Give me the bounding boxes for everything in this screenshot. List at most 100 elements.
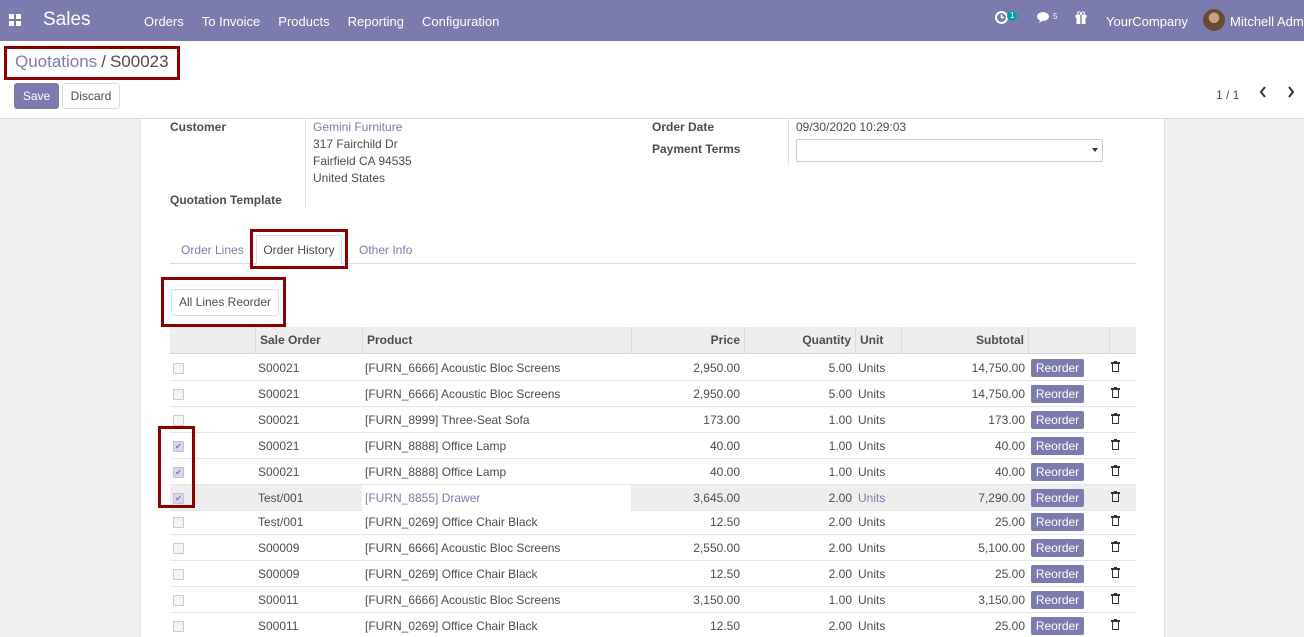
row-sale-order: S00009 (258, 567, 300, 581)
pager-value[interactable]: 1 / 1 (1216, 88, 1239, 102)
reorder-button[interactable]: Reorder (1031, 513, 1084, 531)
customer-label: Customer (170, 120, 227, 134)
reorder-button[interactable]: Reorder (1031, 411, 1084, 429)
header-sale-order[interactable]: Sale Order (255, 327, 362, 354)
row-product: [FURN_0269] Office Chair Black (365, 619, 538, 633)
delete-trash-icon[interactable] (1111, 491, 1120, 502)
row-product: [FURN_8999] Three-Seat Sofa (365, 413, 530, 427)
delete-trash-icon[interactable] (1111, 567, 1120, 578)
row-product: [FURN_8888] Office Lamp (365, 439, 507, 453)
messages-icon[interactable] (1037, 11, 1051, 27)
delete-trash-icon[interactable] (1111, 387, 1120, 398)
row-checkbox[interactable] (173, 415, 184, 426)
delete-trash-icon[interactable] (1111, 619, 1120, 630)
row-checkbox[interactable] (173, 389, 184, 400)
tab-order-lines[interactable]: Order Lines (181, 243, 244, 257)
row-quantity: 1.00 (828, 439, 852, 453)
row-quantity: 2.00 (828, 619, 852, 633)
row-product: [FURN_8855] Drawer (362, 485, 631, 511)
customer-address-line2: Fairfield CA 94535 (313, 154, 412, 168)
reorder-button[interactable]: Reorder (1031, 437, 1084, 455)
caret-down-icon (1092, 148, 1098, 152)
systray: 1 5 YourCompany Mitchell Admin (0, 9, 1304, 31)
row-unit: Units (858, 361, 886, 375)
row-quantity: 2.00 (828, 541, 852, 555)
save-button[interactable]: Save (14, 83, 59, 109)
row-price: 12.50 (709, 567, 740, 581)
row-unit: Units (858, 567, 886, 581)
table-row: S00009 [FURN_6666] Acoustic Bloc Screens… (170, 535, 1136, 561)
delete-trash-icon[interactable] (1111, 541, 1120, 552)
row-subtotal: 173.00 (988, 413, 1025, 427)
row-subtotal: 7,290.00 (978, 491, 1025, 505)
row-subtotal: 25.00 (994, 567, 1025, 581)
tab-order-history[interactable]: Order History (256, 235, 342, 265)
highlight-box-reorder: All Lines Reorder (161, 277, 286, 327)
row-unit: Units (858, 491, 886, 505)
row-price: 40.00 (709, 439, 740, 453)
user-menu[interactable]: Mitchell Admin (1230, 14, 1304, 29)
header-price[interactable]: Price (631, 327, 744, 354)
row-subtotal: 5,100.00 (978, 541, 1025, 555)
row-subtotal: 14,750.00 (971, 387, 1025, 401)
header-unit[interactable]: Unit (855, 327, 901, 354)
order-date-value[interactable]: 09/30/2020 10:29:03 (796, 120, 906, 134)
row-checkbox[interactable] (173, 543, 184, 554)
reorder-button[interactable]: Reorder (1031, 617, 1084, 635)
highlight-box-tab: Order History (250, 229, 348, 269)
row-sale-order: Test/001 (258, 515, 304, 529)
row-price: 2,550.00 (693, 541, 740, 555)
discard-button[interactable]: Discard (62, 83, 120, 109)
row-price: 173.00 (703, 413, 740, 427)
company-switcher[interactable]: YourCompany (1106, 14, 1188, 29)
user-avatar[interactable] (1203, 9, 1225, 31)
reorder-button[interactable]: Reorder (1031, 463, 1084, 481)
row-quantity: 5.00 (828, 387, 852, 401)
activity-clock-icon[interactable] (995, 11, 1008, 27)
delete-trash-icon[interactable] (1111, 439, 1120, 450)
form-sheet: Customer Gemini Furniture 317 Fairchild … (140, 119, 1165, 637)
header-subtotal[interactable]: Subtotal (901, 327, 1028, 354)
row-product: [FURN_0269] Office Chair Black (365, 567, 538, 581)
reorder-button[interactable]: Reorder (1031, 489, 1084, 507)
row-checkbox[interactable] (173, 517, 184, 528)
reorder-button[interactable]: Reorder (1031, 385, 1084, 403)
delete-trash-icon[interactable] (1111, 465, 1120, 476)
payment-terms-select[interactable] (796, 139, 1103, 162)
header-quantity[interactable]: Quantity (744, 327, 855, 354)
table-row: S00021 [FURN_6666] Acoustic Bloc Screens… (170, 355, 1136, 381)
row-price: 3,150.00 (693, 593, 740, 607)
row-subtotal: 40.00 (994, 439, 1025, 453)
delete-trash-icon[interactable] (1111, 515, 1120, 526)
reorder-button[interactable]: Reorder (1031, 565, 1084, 583)
delete-trash-icon[interactable] (1111, 413, 1120, 424)
row-unit: Units (858, 465, 886, 479)
tab-other-info[interactable]: Other Info (359, 243, 412, 257)
divider (305, 119, 306, 207)
payment-terms-label: Payment Terms (652, 142, 741, 156)
row-product: [FURN_0269] Office Chair Black (365, 515, 538, 529)
customer-name-link[interactable]: Gemini Furniture (313, 120, 402, 134)
table-row: S00011 [FURN_0269] Office Chair Black 12… (170, 613, 1136, 637)
reorder-button[interactable]: Reorder (1031, 591, 1084, 609)
pager-next-icon[interactable] (1286, 85, 1296, 102)
customer-address-line1: 317 Fairchild Dr (313, 137, 398, 151)
breadcrumb-quotations-link[interactable]: Quotations (15, 52, 97, 71)
row-product: [FURN_6666] Acoustic Bloc Screens (365, 361, 561, 375)
row-unit: Units (858, 541, 886, 555)
reorder-button[interactable]: Reorder (1031, 359, 1084, 377)
delete-trash-icon[interactable] (1111, 593, 1120, 604)
header-product[interactable]: Product (362, 327, 631, 354)
delete-trash-icon[interactable] (1111, 361, 1120, 372)
row-quantity: 1.00 (828, 413, 852, 427)
all-lines-reorder-button[interactable]: All Lines Reorder (171, 289, 279, 316)
row-quantity: 1.00 (828, 465, 852, 479)
reorder-button[interactable]: Reorder (1031, 539, 1084, 557)
row-checkbox[interactable] (173, 363, 184, 374)
gift-icon[interactable] (1075, 11, 1087, 27)
row-checkbox[interactable] (173, 621, 184, 632)
row-checkbox[interactable] (173, 569, 184, 580)
pager-previous-icon[interactable] (1258, 85, 1268, 102)
table-row: S00009 [FURN_0269] Office Chair Black 12… (170, 561, 1136, 587)
row-checkbox[interactable] (173, 595, 184, 606)
